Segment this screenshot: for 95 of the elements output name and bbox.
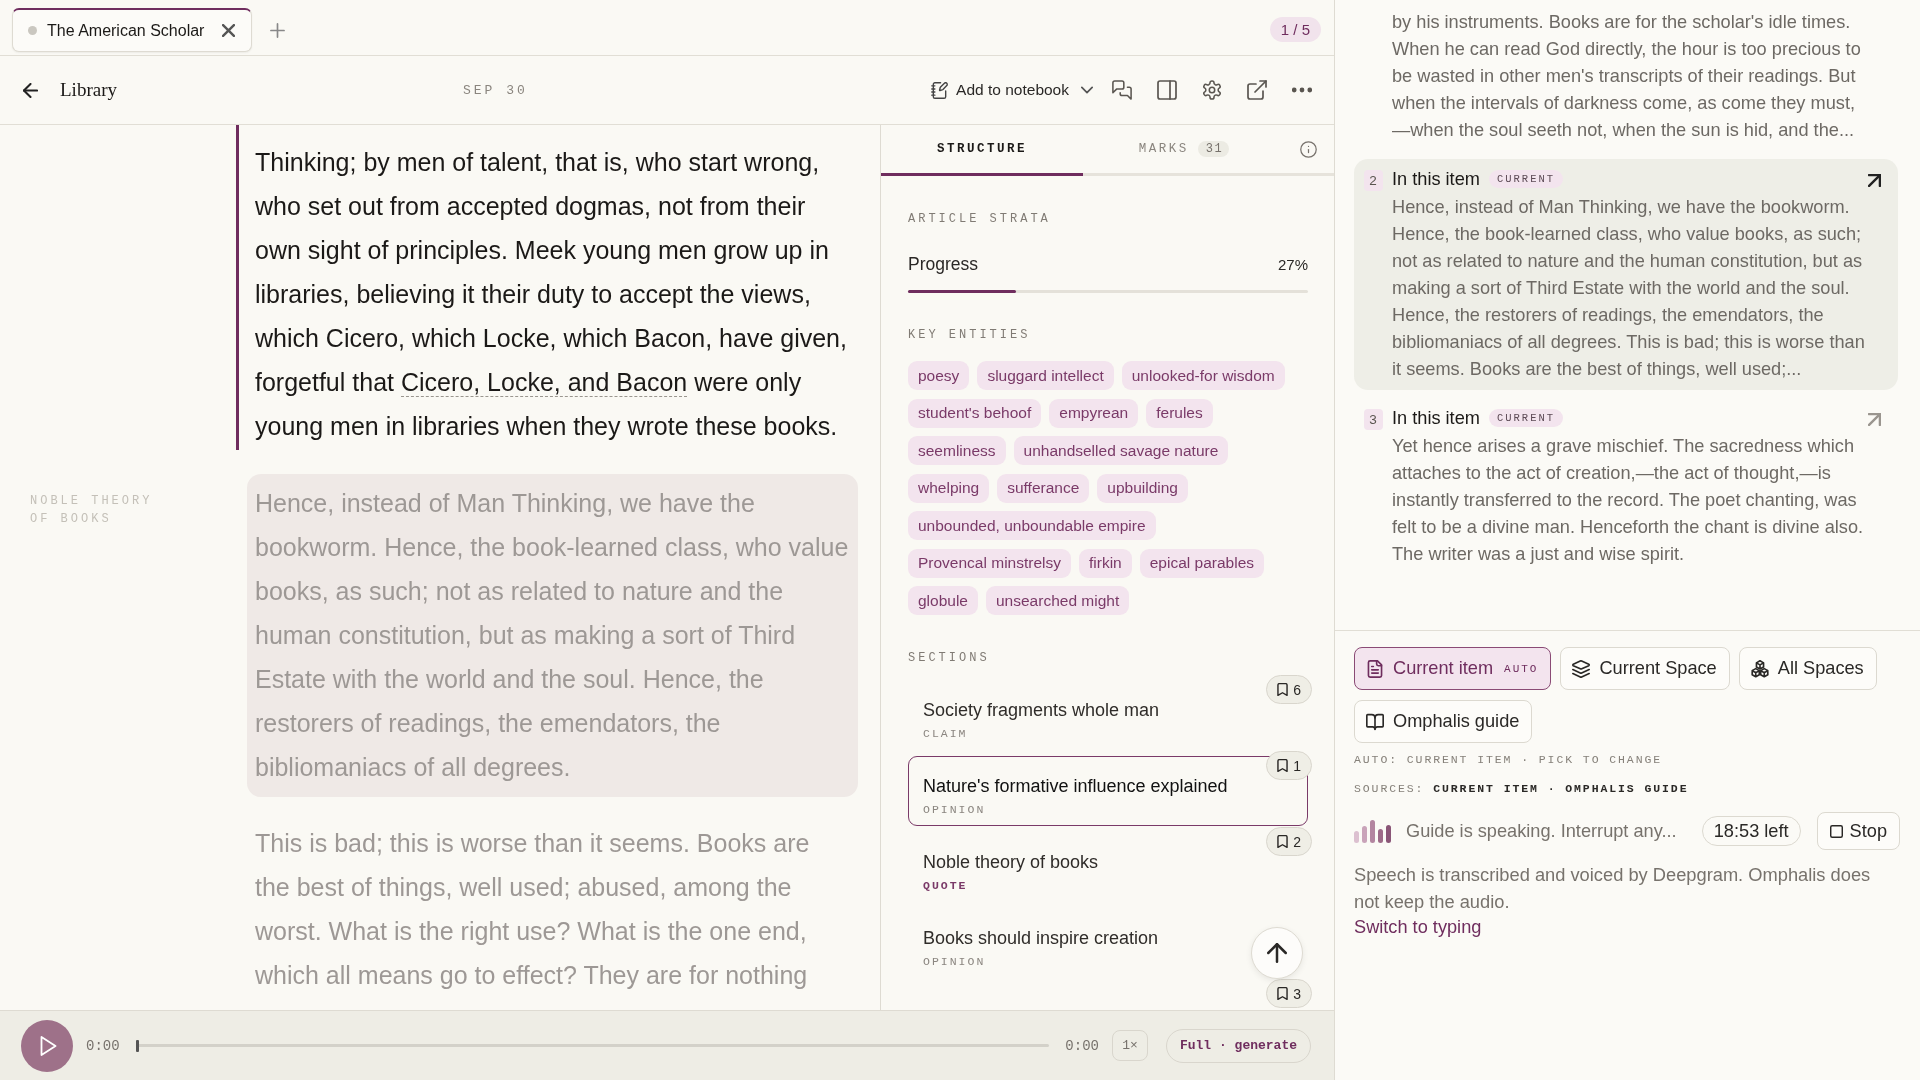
bookmark-icon xyxy=(1277,835,1289,848)
info-icon[interactable] xyxy=(1300,140,1317,158)
auto-label: AUTO xyxy=(1504,662,1539,675)
entity-chip[interactable]: sufferance xyxy=(997,473,1090,503)
open-book-icon xyxy=(1366,712,1384,731)
section-type-label: OPINION xyxy=(923,953,986,970)
date-label: SEP 30 xyxy=(463,82,528,98)
duration-time: 0:00 xyxy=(1065,1037,1099,1054)
side-panel-icon[interactable] xyxy=(1157,80,1177,100)
reading-paragraph: This is bad; this is worse than it seems. Books are the best of things, well used; abused, among the worst. What is the right use? What is the one end, which all means go to effect? They are for nothing xyxy=(254,828,811,991)
voice-status: Guide is speaking. Interrupt any... xyxy=(1406,820,1677,842)
source-button[interactable]: Current item AUTO xyxy=(1354,647,1552,690)
result-item[interactable] xyxy=(1354,159,1898,390)
progress-value: 27% xyxy=(1277,255,1308,273)
section-type-label: CLAIM xyxy=(923,725,968,742)
entity-chip[interactable]: student's behoof xyxy=(908,398,1042,428)
stop-button[interactable]: Stop xyxy=(1816,812,1900,850)
entity-chip[interactable]: unbounded, unboundable empire xyxy=(908,511,1156,540)
entity-chip[interactable]: seemliness xyxy=(908,436,1006,465)
count-badge: 31 xyxy=(1197,141,1230,157)
scroll-to-top-button[interactable] xyxy=(1251,927,1303,979)
section-heading: KEY ENTITIES xyxy=(908,327,1032,343)
result-excerpt: by his instruments. Books are for the scholar's idle times. When he can read God directly, the hour is too precious to be wasted in other men's transcripts of their readings. But when the intervals of darkness come, as come they must,—when the soul seeth not, when the sun is hid, and the... xyxy=(1392,11,1862,142)
reading-paragraph: Thinking; by men of talent, that is, who start wrong, who set out from accepted dogmas, not from their own sight of principles. Meek young men grow up in libraries, believing it their duty to accept the views, which Cicero, which Locke, which Bacon, have given, forgetful that Cicero, Locke, and Bacon were only young men in libraries when they wrote these books. xyxy=(236,125,851,450)
arrow-up-icon xyxy=(1267,943,1287,963)
play-button[interactable] xyxy=(21,1019,73,1072)
progress-label: Progress xyxy=(908,253,979,275)
play-icon xyxy=(40,1035,57,1056)
close-icon[interactable] xyxy=(222,24,236,37)
entity-chip[interactable]: poesy xyxy=(908,361,970,390)
entity-chip[interactable]: unsearched might xyxy=(986,586,1130,615)
section-type-label: QUOTE xyxy=(923,877,968,894)
browser-tab[interactable]: The American Scholar xyxy=(12,8,253,52)
bookmark-count: 2 xyxy=(1293,833,1301,850)
cubes-icon xyxy=(1750,659,1769,678)
reading-paragraph: Hence, instead of Man Thinking, we have the bookworm. Hence, the book-learned class, who value books, as such; not as related to nature and the human constitution, but as making a sort of Third Estate with the world and the soul. Hence, the restorers of readings, the emendators, the bibliomaniacs of all degrees. xyxy=(247,474,858,797)
margin-label: NOBLE THEORY OF BOOKS xyxy=(30,493,154,528)
section-type-label: OPINION xyxy=(923,801,986,818)
current-tag: CURRENT xyxy=(1488,170,1564,188)
notebook-pen-icon xyxy=(931,81,949,99)
panel-tab[interactable]: STRUCTURE xyxy=(881,125,1083,176)
privacy-note: Speech is transcribed and voiced by Deepgram. Omphalis does not keep the audio. xyxy=(1354,863,1872,914)
waveform-icon xyxy=(1354,819,1392,843)
bookmark-icon xyxy=(1277,683,1289,696)
section-heading: ARTICLE STRATA xyxy=(908,211,1052,227)
source-hint: AUTO: CURRENT ITEM · PICK TO CHANGE xyxy=(1354,752,1664,768)
elapsed-time: 0:00 xyxy=(86,1037,120,1054)
result-title: In this item xyxy=(1392,168,1480,190)
source-button[interactable]: All Spaces xyxy=(1738,647,1877,690)
bookmark-count: 6 xyxy=(1293,681,1301,698)
speed-button[interactable]: 1× xyxy=(1111,1030,1148,1061)
add-to-notebook-button[interactable]: Add to notebook xyxy=(931,81,1093,99)
entity-chip[interactable]: empyrean xyxy=(1049,398,1139,428)
entity-chip[interactable]: unhandselled savage nature xyxy=(1013,436,1229,465)
entity-chip[interactable]: upbuilding xyxy=(1097,473,1188,503)
sources-summary: SOURCES: CURRENT ITEM · OMPHALIS GUIDE xyxy=(1354,781,1690,797)
arrow-up-right-icon[interactable] xyxy=(1868,173,1881,187)
square-icon xyxy=(1829,824,1843,838)
entity-chip[interactable]: firkin xyxy=(1079,548,1132,578)
annotation-link[interactable]: Cicero, Locke, and Bacon xyxy=(400,368,688,397)
result-excerpt: Yet hence arises a grave mischief. The sacredness which attaches to the act of creation,—the act of thought,—is instantly transferred to the record. The poet chanting, was felt to be a divine man. Henceforth the chant is divine also. The writer was a just and wise spirit. xyxy=(1392,435,1865,566)
result-title: In this item xyxy=(1392,407,1480,429)
source-button[interactable]: Omphalis guide xyxy=(1354,700,1533,743)
settings-icon[interactable] xyxy=(1202,80,1222,100)
bookmark-count: 3 xyxy=(1293,985,1301,1002)
playback-thumb[interactable] xyxy=(135,1039,139,1052)
playback-track[interactable] xyxy=(135,1038,1050,1053)
section-heading: SECTIONS xyxy=(908,650,991,666)
entity-chip[interactable]: unlooked-for wisdom xyxy=(1121,361,1285,390)
result-number: 3 xyxy=(1363,408,1383,430)
external-link-icon[interactable] xyxy=(1247,80,1267,100)
bookmark-icon xyxy=(1277,759,1289,772)
entity-chip[interactable]: epical parables xyxy=(1139,548,1264,578)
result-excerpt: Hence, instead of Man Thinking, we have the bookworm. Hence, the book-learned class, who value books, as such; not as related to nature and the human constitution, but as making a sort of Third Estate with the world and the soul. Hence, the restorers of readings, the emendators, the bibliomaniacs of all degrees. This is bad; this is worse than it seems. Books are the best of things, well used;... xyxy=(1392,196,1866,381)
document-icon xyxy=(1366,659,1384,678)
caret-icon xyxy=(1081,84,1093,96)
switch-to-typing-link[interactable]: Switch to typing xyxy=(1354,917,1482,937)
speech-bubbles-icon[interactable] xyxy=(1112,80,1132,100)
bookmark-icon xyxy=(1277,987,1289,1000)
entity-chip[interactable]: globule xyxy=(908,586,978,615)
panel-tab[interactable]: MARKS 31 xyxy=(1083,125,1285,176)
plus-icon[interactable] xyxy=(270,23,286,38)
page-counter: 1 / 5 xyxy=(1269,17,1321,42)
status-dot-icon xyxy=(28,26,37,35)
back-button[interactable]: Library xyxy=(23,79,117,101)
result-number: 2 xyxy=(1363,169,1383,191)
current-tag: CURRENT xyxy=(1488,409,1564,427)
layers-icon xyxy=(1572,659,1591,678)
entity-chip[interactable]: Provencal minstrelsy xyxy=(908,548,1071,578)
bookmark-count: 1 xyxy=(1293,757,1301,774)
entity-chip[interactable]: whelping xyxy=(908,473,990,503)
entity-chip[interactable]: ferules xyxy=(1146,398,1213,428)
section-item[interactable]: Books should inspire creation OPINION xyxy=(908,908,1308,978)
source-button[interactable]: Current Space xyxy=(1560,647,1730,690)
entity-chip[interactable]: sluggard intellect xyxy=(977,361,1114,390)
